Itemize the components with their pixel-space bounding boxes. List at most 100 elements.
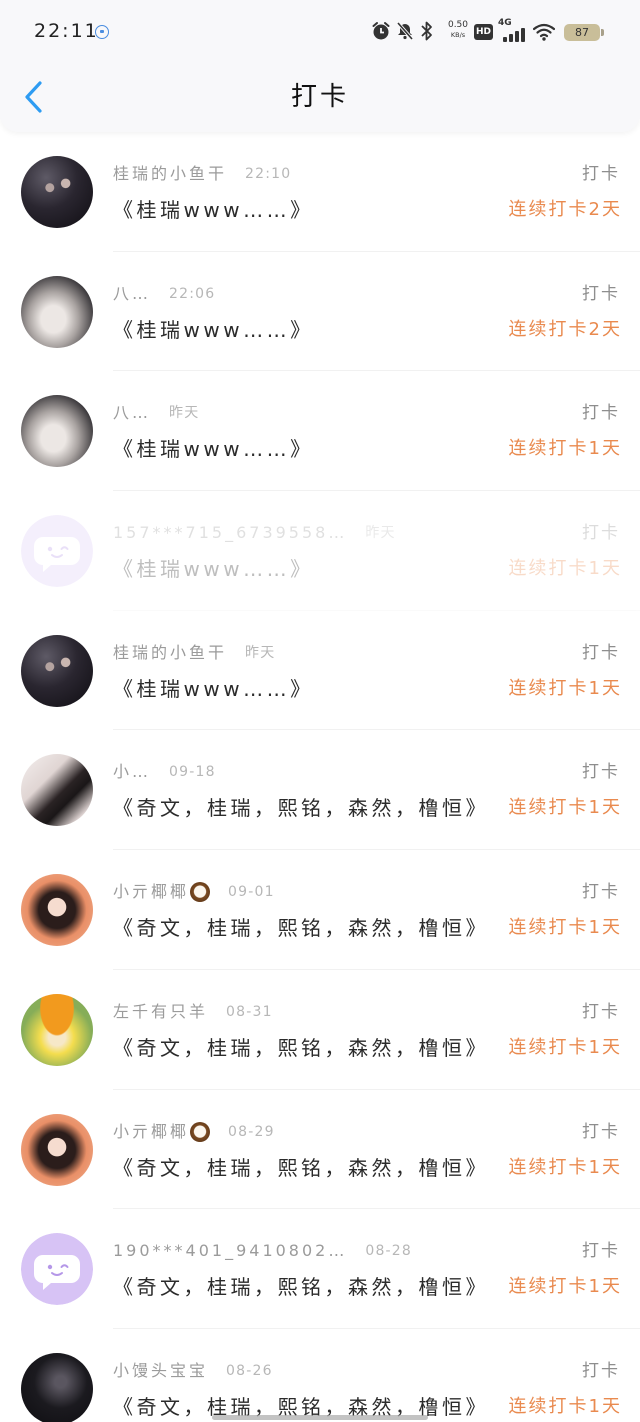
item-meta: 小馒头宝宝 08-26 xyxy=(113,1359,273,1383)
book-title: 《奇文，桂瑞，熙铭，森然，橹恒》 xyxy=(113,796,489,821)
streak-label: 连续打卡1天 xyxy=(508,1156,622,1178)
battery-cap xyxy=(601,29,604,36)
item-meta: 小亓椰椰 09-01 xyxy=(113,880,275,904)
default-avatar-icon xyxy=(21,1233,93,1306)
checkin-label: 打卡 xyxy=(582,762,620,783)
user-name: 小馒头宝宝 xyxy=(113,1360,209,1380)
notification-icon xyxy=(95,25,109,39)
avatar[interactable] xyxy=(21,275,93,348)
list-item[interactable]: 小馒头宝宝 08-26 打卡 《奇文，桂瑞，熙铭，森然，橹恒》 连续打卡1天 xyxy=(0,1329,640,1422)
item-meta: 桂瑞的小鱼干 22:10 xyxy=(113,162,291,186)
item-meta: 八… 昨天 xyxy=(113,401,199,425)
checkin-time: 昨天 xyxy=(169,405,200,422)
net-speed-value: 0.50 xyxy=(447,20,469,30)
avatar[interactable] xyxy=(21,395,93,468)
avatar[interactable] xyxy=(21,1352,93,1422)
mute-icon xyxy=(395,21,415,45)
checkin-page: 22:11 0.50 KB/s HD 4G 87 打卡 桂瑞的小鱼干 22:10… xyxy=(0,0,640,1422)
book-title: 《奇文，桂瑞，熙铭，森然，橹恒》 xyxy=(113,1155,489,1180)
checkin-label: 打卡 xyxy=(582,523,620,544)
checkin-time: 09-01 xyxy=(228,884,275,901)
avatar[interactable] xyxy=(21,754,93,827)
streak-label: 连续打卡2天 xyxy=(508,199,622,220)
home-indicator xyxy=(212,1415,428,1420)
avatar[interactable] xyxy=(21,1233,93,1306)
wifi-icon xyxy=(532,23,556,45)
item-meta: 小亓椰椰 08-29 xyxy=(113,1120,275,1144)
list-item[interactable]: 左千有只羊 08-31 打卡 《奇文，桂瑞，熙铭，森然，橹恒》 连续打卡1天 xyxy=(0,970,640,1090)
list-item[interactable]: 八… 昨天 打卡 《桂瑞www……》 连续打卡1天 xyxy=(0,371,640,492)
user-name: 左千有只羊 xyxy=(113,1001,209,1021)
checkin-list[interactable]: 桂瑞的小鱼干 22:10 打卡 《桂瑞www……》 连续打卡2天 八… 22:0… xyxy=(0,132,640,1422)
avatar[interactable] xyxy=(21,634,93,707)
coconut-icon xyxy=(190,1121,211,1142)
list-item[interactable]: 小… 09-18 打卡 《奇文，桂瑞，熙铭，森然，橹恒》 连续打卡1天 xyxy=(0,730,640,851)
book-title: 《奇文，桂瑞，熙铭，森然，橹恒》 xyxy=(113,1275,489,1300)
list-item[interactable]: 小亓椰椰 09-01 打卡 《奇文，桂瑞，熙铭，森然，橹恒》 连续打卡1天 xyxy=(0,850,640,970)
avatar[interactable] xyxy=(21,874,93,947)
book-title: 《桂瑞www……》 xyxy=(113,198,314,222)
list-item[interactable]: 小亓椰椰 08-29 打卡 《奇文，桂瑞，熙铭，森然，橹恒》 连续打卡1天 xyxy=(0,1090,640,1210)
item-meta: 小… 09-18 xyxy=(113,760,216,784)
checkin-label: 打卡 xyxy=(582,1241,620,1262)
item-meta: 桂瑞的小鱼干 昨天 xyxy=(113,641,275,665)
avatar[interactable] xyxy=(21,156,93,228)
checkin-time: 昨天 xyxy=(245,644,276,661)
checkin-time: 08-26 xyxy=(226,1362,273,1379)
book-title: 《桂瑞www……》 xyxy=(113,676,314,701)
user-name: 小亓椰椰 xyxy=(113,882,190,902)
user-name: 桂瑞的小鱼干 xyxy=(113,642,228,662)
streak-label: 连续打卡1天 xyxy=(508,558,622,580)
checkin-label: 打卡 xyxy=(582,1360,620,1381)
alarm-icon xyxy=(371,21,391,45)
user-name: 八… xyxy=(113,403,152,423)
default-avatar-icon xyxy=(21,515,93,588)
coconut-icon xyxy=(190,882,211,903)
signal-icon xyxy=(502,27,526,46)
checkin-label: 打卡 xyxy=(582,1121,620,1142)
list-item[interactable]: 190***401_9410802… 08-28 打卡 《奇文，桂瑞，熙铭，森然… xyxy=(0,1209,640,1329)
checkin-time: 08-29 xyxy=(228,1123,275,1140)
avatar[interactable] xyxy=(21,515,93,588)
list-item[interactable]: 八… 22:06 打卡 《桂瑞www……》 连续打卡2天 xyxy=(0,252,640,372)
top-bar: 22:11 0.50 KB/s HD 4G 87 打卡 xyxy=(0,0,640,132)
user-name: 157***715_6739558… xyxy=(113,523,348,543)
avatar[interactable] xyxy=(21,1113,93,1186)
checkin-label: 打卡 xyxy=(582,1001,620,1022)
book-title: 《奇文，桂瑞，熙铭，森然，橹恒》 xyxy=(113,916,489,941)
list-item[interactable]: 157***715_6739558… 昨天 打卡 《桂瑞www……》 连续打卡1… xyxy=(0,491,640,611)
list-item[interactable]: 桂瑞的小鱼干 昨天 打卡 《桂瑞www……》 连续打卡1天 xyxy=(0,611,640,731)
streak-label: 连续打卡1天 xyxy=(508,677,622,699)
net-speed-unit: KB/s xyxy=(450,31,466,39)
checkin-time: 08-28 xyxy=(365,1243,413,1260)
book-title: 《桂瑞www……》 xyxy=(113,437,314,462)
streak-label: 连续打卡1天 xyxy=(508,438,622,460)
book-title: 《奇文，桂瑞，熙铭，森然，橹恒》 xyxy=(113,1035,489,1060)
checkin-time: 昨天 xyxy=(365,525,396,542)
battery-icon: 87 xyxy=(564,24,600,41)
streak-label: 连续打卡2天 xyxy=(508,318,622,340)
list-item[interactable]: 桂瑞的小鱼干 22:10 打卡 《桂瑞www……》 连续打卡2天 xyxy=(0,132,640,252)
checkin-label: 打卡 xyxy=(582,164,620,184)
checkin-label: 打卡 xyxy=(582,642,620,663)
bluetooth-icon xyxy=(420,20,434,46)
page-title: 打卡 xyxy=(290,82,349,112)
checkin-time: 22:06 xyxy=(169,285,216,302)
checkin-label: 打卡 xyxy=(582,283,620,304)
user-name: 桂瑞的小鱼干 xyxy=(113,164,228,183)
user-name: 八… xyxy=(113,283,152,303)
user-name: 190***401_9410802… xyxy=(113,1241,348,1261)
checkin-time: 22:10 xyxy=(245,166,292,182)
checkin-label: 打卡 xyxy=(582,403,620,424)
item-meta: 左千有只羊 08-31 xyxy=(113,1000,273,1024)
item-meta: 190***401_9410802… 08-28 xyxy=(113,1239,412,1263)
avatar[interactable] xyxy=(21,993,93,1066)
streak-label: 连续打卡1天 xyxy=(508,917,622,939)
status-time: 22:11 xyxy=(34,20,99,42)
hd-icon: HD xyxy=(474,24,493,40)
user-name: 小亓椰椰 xyxy=(113,1121,190,1141)
item-meta: 157***715_6739558… 昨天 xyxy=(113,521,396,545)
user-name: 小… xyxy=(113,762,152,782)
checkin-time: 08-31 xyxy=(226,1003,273,1020)
book-title: 《桂瑞www……》 xyxy=(113,317,314,342)
